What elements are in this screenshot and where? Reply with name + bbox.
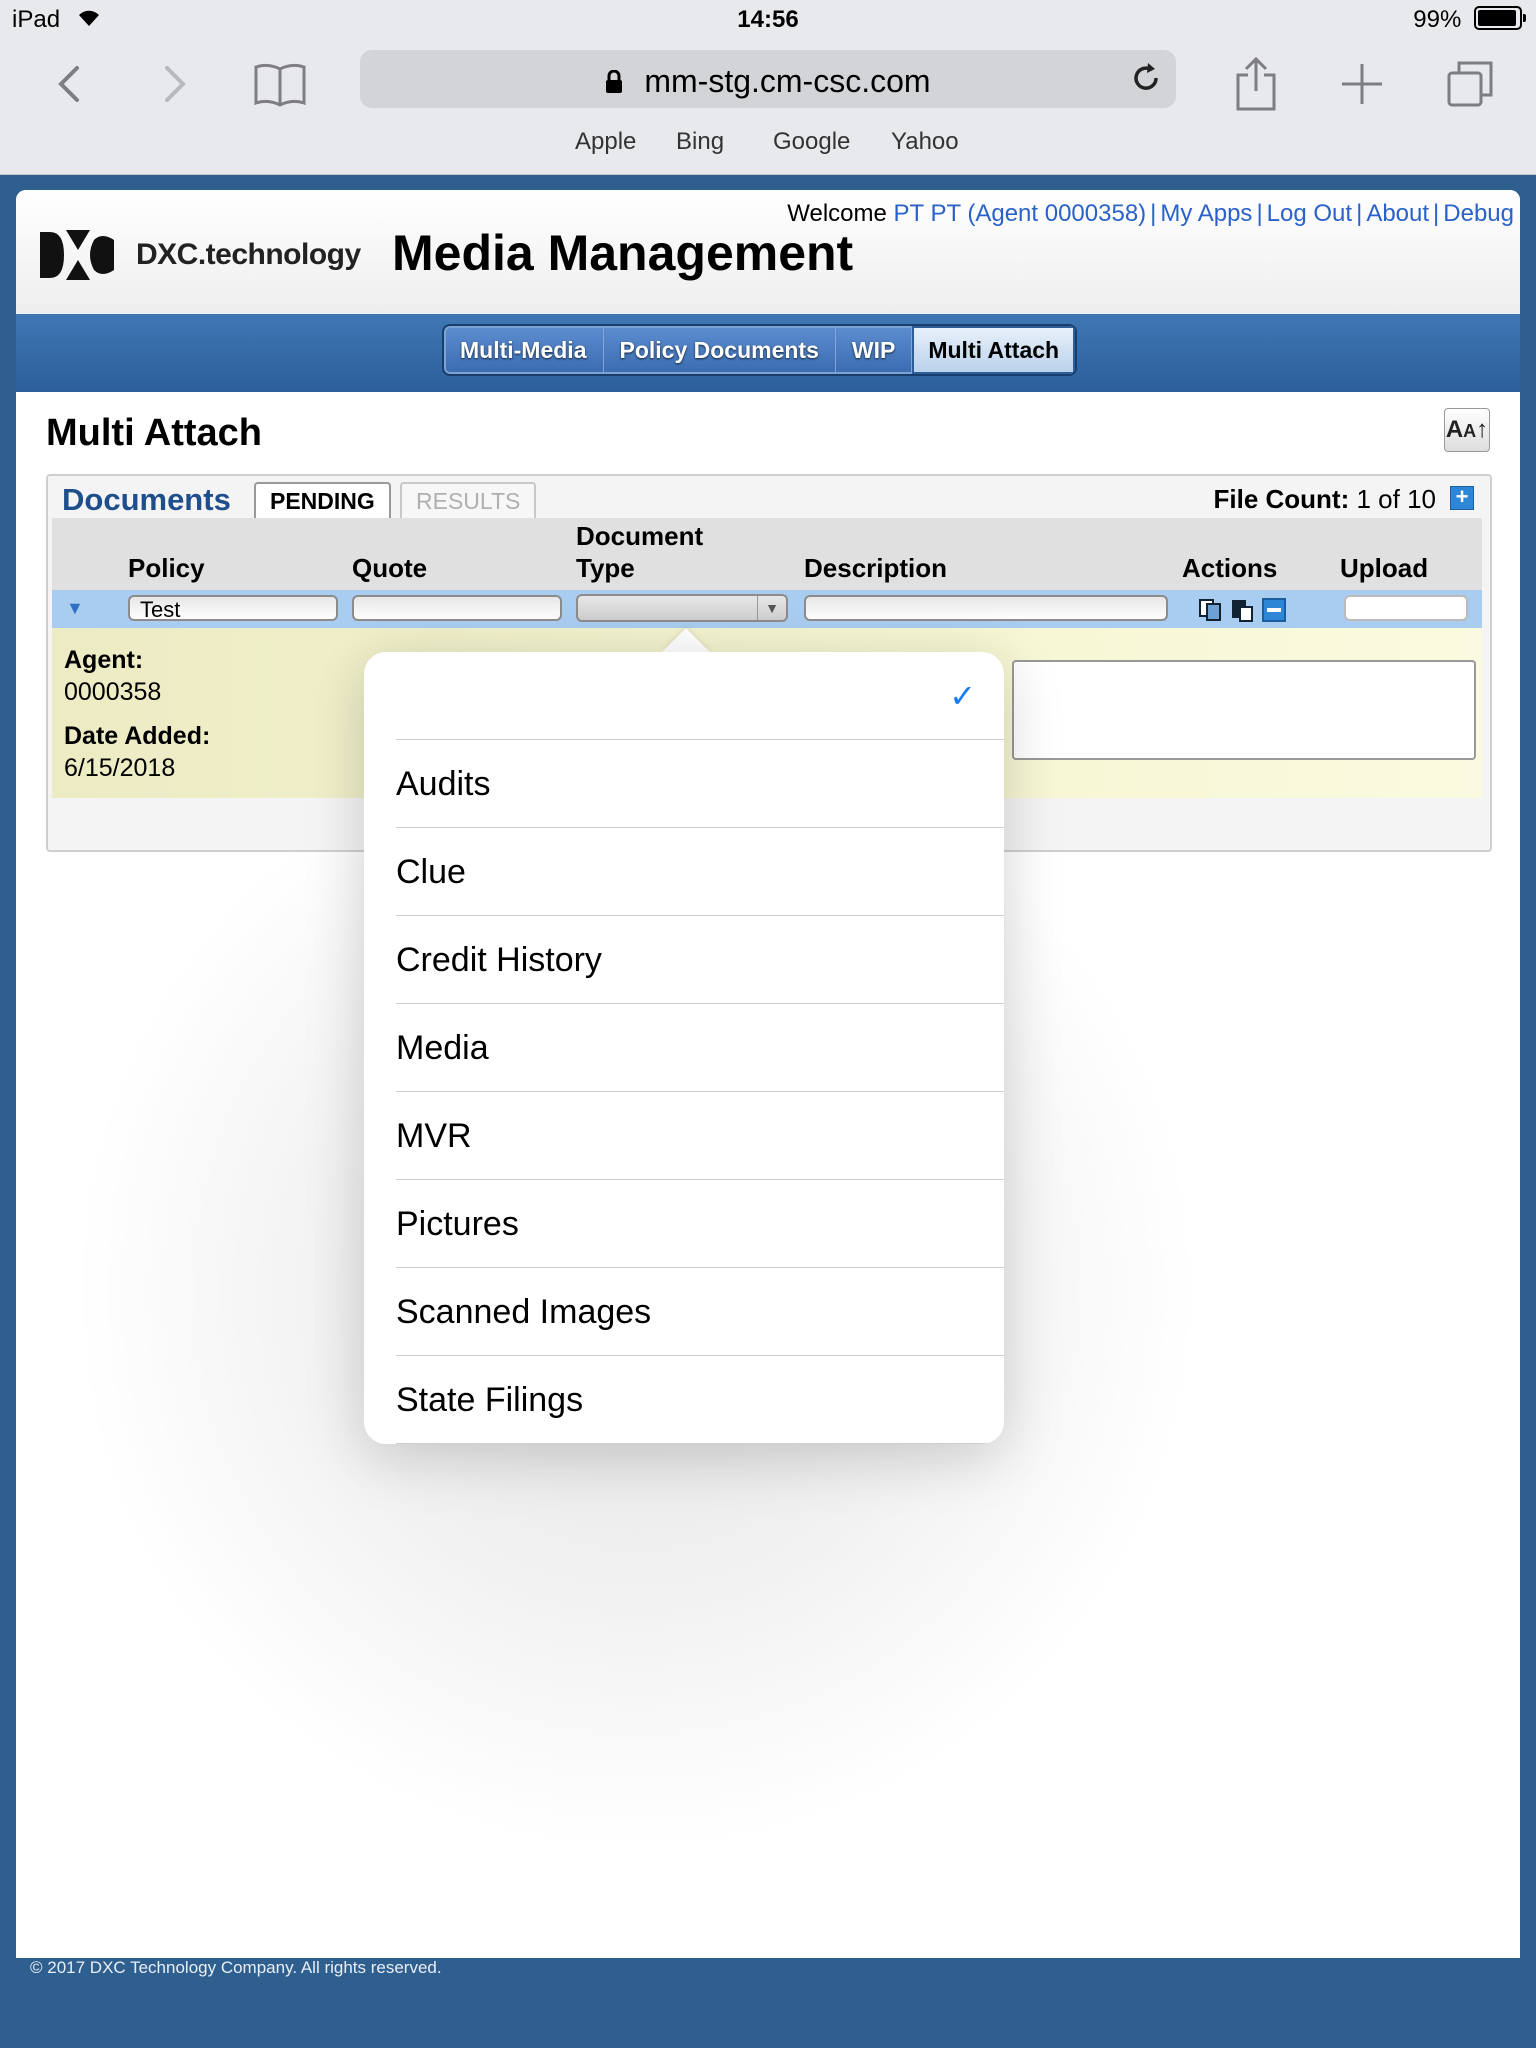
document-type-select[interactable]: ▼ bbox=[576, 594, 788, 622]
log-out-link[interactable]: Log Out bbox=[1267, 200, 1352, 227]
option-credit-history[interactable]: Credit History bbox=[396, 916, 1004, 1004]
file-count: File Count: 1 of 10 bbox=[1213, 484, 1436, 515]
battery-percent: 99% bbox=[1413, 6, 1462, 33]
col-description: Description bbox=[804, 553, 948, 583]
address-url: mm-stg.cm-csc.com bbox=[644, 63, 931, 99]
bookmark-bing[interactable]: Bing bbox=[676, 128, 724, 156]
expand-arrow-icon[interactable]: ▼ bbox=[66, 598, 84, 619]
popover-arrow bbox=[662, 628, 710, 652]
col-upload: Upload bbox=[1340, 553, 1429, 583]
date-added-value: 6/15/2018 bbox=[64, 754, 176, 782]
dxc-logo-icon bbox=[38, 226, 116, 284]
welcome-bar: Welcome PT PT (Agent 0000358) | My Apps | Lo… bbox=[787, 200, 1514, 228]
nav-band: Multi-Media Policy Documents WIP Multi A… bbox=[16, 314, 1520, 392]
battery-icon bbox=[1474, 6, 1526, 30]
tabs-overview-icon[interactable] bbox=[1440, 54, 1500, 114]
copy-icon[interactable] bbox=[1198, 598, 1222, 622]
back-icon[interactable] bbox=[40, 54, 100, 114]
lock-icon bbox=[605, 65, 623, 102]
battery-group: 99% bbox=[1413, 6, 1526, 34]
page-title: Multi Attach bbox=[46, 412, 263, 454]
bookmark-yahoo[interactable]: Yahoo bbox=[891, 128, 959, 156]
chevron-down-icon: ▼ bbox=[757, 596, 786, 620]
app-header: DXC.technology Media Management Welcome … bbox=[16, 190, 1520, 315]
forward-icon[interactable] bbox=[144, 54, 204, 114]
agent-label: Agent: bbox=[64, 646, 144, 674]
font-size-icon: AA↑ bbox=[1445, 416, 1489, 443]
col-document-type-line1: Document bbox=[576, 521, 704, 551]
address-bar[interactable]: mm-stg.cm-csc.com bbox=[360, 50, 1176, 108]
address-url-group: mm-stg.cm-csc.com bbox=[360, 63, 1176, 102]
separator: | bbox=[1150, 200, 1157, 227]
option-state-filings[interactable]: State Filings bbox=[396, 1356, 1004, 1444]
option-mvr[interactable]: MVR bbox=[396, 1092, 1004, 1180]
bookmark-apple[interactable]: Apple bbox=[575, 128, 636, 156]
welcome-label: Welcome bbox=[787, 200, 887, 227]
paste-icon[interactable] bbox=[1230, 598, 1254, 622]
bookmarks-book-icon[interactable] bbox=[250, 54, 310, 114]
font-size-button[interactable]: AA↑ bbox=[1444, 408, 1490, 452]
file-count-value: 1 of 10 bbox=[1356, 484, 1436, 514]
tab-wip[interactable]: WIP bbox=[836, 326, 913, 374]
tab-multi-media[interactable]: Multi-Media bbox=[444, 326, 604, 374]
date-added-label: Date Added: bbox=[64, 722, 211, 750]
status-bar: iPad 14:56 99% bbox=[0, 0, 1536, 44]
tab-multi-attach[interactable]: Multi Attach bbox=[912, 326, 1076, 374]
copyright-footer: © 2017 DXC Technology Company. All right… bbox=[30, 1958, 442, 1977]
document-type-popover: ✓ Audits Clue Credit History Media MVR P… bbox=[364, 652, 1004, 1444]
option-blank[interactable]: ✓ bbox=[396, 652, 1004, 740]
tab-results[interactable]: RESULTS bbox=[400, 482, 537, 518]
documents-label: Documents bbox=[62, 482, 231, 517]
debug-link[interactable]: Debug bbox=[1443, 200, 1514, 227]
quote-input[interactable] bbox=[352, 595, 562, 621]
option-scanned-images[interactable]: Scanned Images bbox=[396, 1268, 1004, 1356]
checkmark-icon: ✓ bbox=[949, 678, 976, 714]
logo-text: DXC.technology bbox=[136, 238, 361, 271]
share-icon[interactable] bbox=[1226, 54, 1286, 114]
bookmark-google[interactable]: Google bbox=[773, 128, 850, 156]
tab-policy-documents[interactable]: Policy Documents bbox=[604, 326, 836, 374]
table-header: Policy Quote Document Type Description A… bbox=[52, 518, 1482, 590]
notes-textarea[interactable] bbox=[1012, 660, 1476, 760]
clock: 14:56 bbox=[737, 6, 799, 33]
about-link[interactable]: About bbox=[1366, 200, 1429, 227]
new-tab-icon[interactable] bbox=[1332, 54, 1392, 114]
separator: | bbox=[1256, 200, 1263, 227]
user-link[interactable]: PT PT (Agent 0000358) bbox=[894, 200, 1147, 227]
col-quote: Quote bbox=[352, 553, 428, 583]
policy-input[interactable]: Test bbox=[128, 595, 338, 622]
documents-header: Documents PENDING RESULTS File Count: 1 … bbox=[48, 476, 1490, 518]
description-input[interactable] bbox=[804, 595, 1168, 621]
app-title: Media Management bbox=[392, 225, 854, 281]
col-document-type-line2: Type bbox=[576, 553, 635, 583]
separator: | bbox=[1433, 200, 1440, 227]
my-apps-link[interactable]: My Apps bbox=[1160, 200, 1252, 227]
file-count-label: File Count: bbox=[1213, 484, 1350, 514]
table-row: ▼ Test ▼ bbox=[52, 590, 1482, 628]
col-policy: Policy bbox=[128, 553, 205, 583]
main-nav: Multi-Media Policy Documents WIP Multi A… bbox=[442, 324, 1078, 376]
reload-icon[interactable] bbox=[1128, 60, 1164, 96]
col-document-type: Document Type bbox=[576, 520, 703, 584]
col-actions: Actions bbox=[1182, 553, 1278, 583]
option-clue[interactable]: Clue bbox=[396, 828, 1004, 916]
favorites-bar: Apple Bing Google Yahoo bbox=[0, 128, 1536, 164]
add-file-button[interactable]: + bbox=[1450, 486, 1474, 510]
option-audits[interactable]: Audits bbox=[396, 740, 1004, 828]
separator: | bbox=[1356, 200, 1363, 227]
browser-toolbar: mm-stg.cm-csc.com Apple Bing Google Yaho… bbox=[0, 44, 1536, 175]
tab-pending[interactable]: PENDING bbox=[254, 482, 391, 518]
remove-row-icon[interactable] bbox=[1262, 598, 1286, 622]
agent-value: 0000358 bbox=[64, 678, 162, 706]
option-media[interactable]: Media bbox=[396, 1004, 1004, 1092]
upload-field[interactable] bbox=[1344, 595, 1468, 621]
option-pictures[interactable]: Pictures bbox=[396, 1180, 1004, 1268]
